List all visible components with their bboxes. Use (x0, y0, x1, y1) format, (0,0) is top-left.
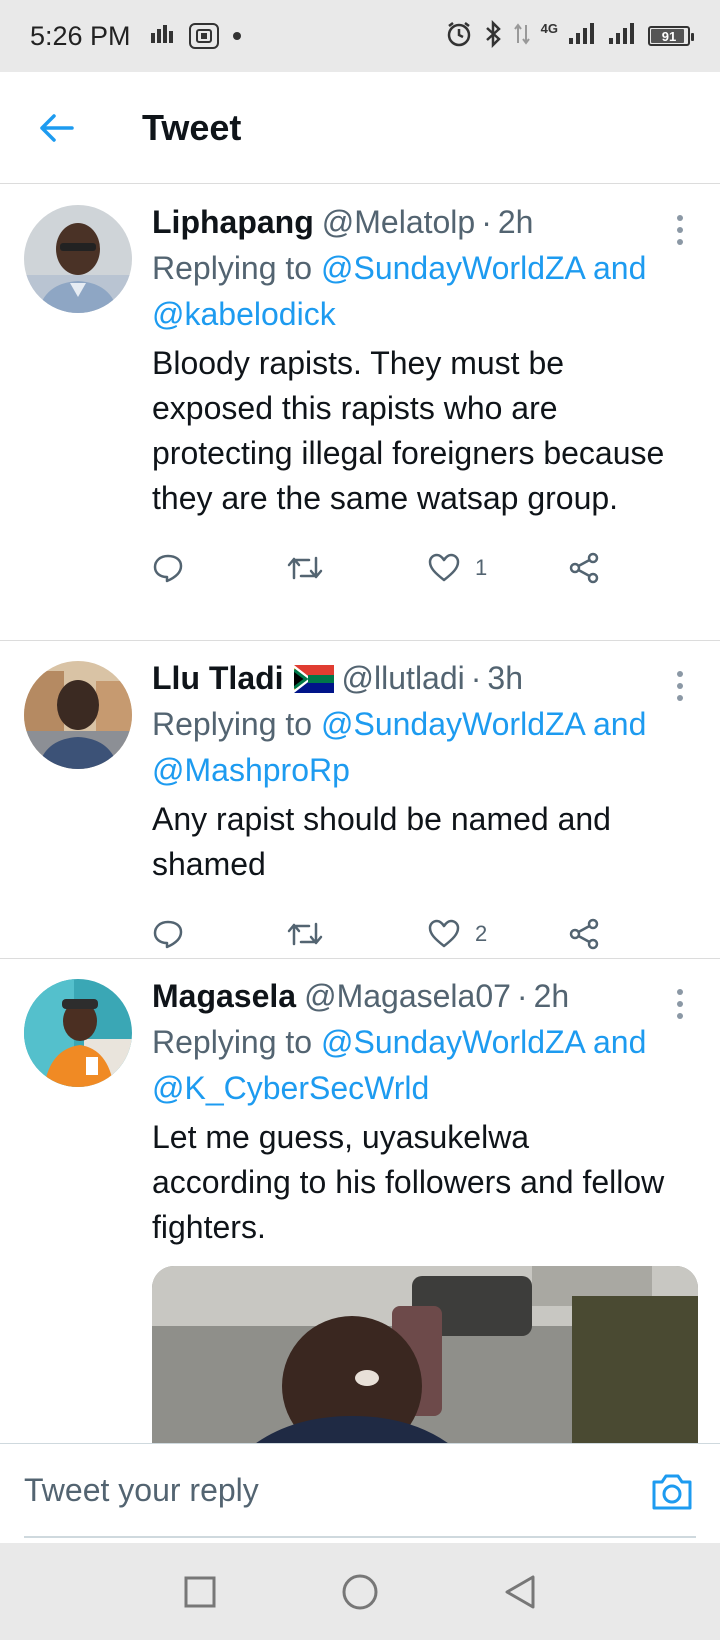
retweet-icon (287, 556, 323, 580)
author-handle[interactable]: @Melatolp (322, 199, 475, 245)
camera-button[interactable] (650, 1472, 694, 1512)
tweet-time: 2h (497, 204, 534, 240)
header-separator: · (470, 660, 482, 696)
author-handle[interactable]: @Magasela07 (304, 973, 511, 1019)
top-app-bar: Tweet (0, 72, 720, 184)
mention-link[interactable]: @MashproRp (152, 752, 350, 788)
arrow-left-icon (40, 113, 74, 142)
tweet-actions: 1 (152, 523, 672, 613)
tweet-body: Llu Tladi @llutladi · 3h Replying to @Su… (152, 655, 696, 979)
status-bar: 5:26 PM 4G 91 (0, 0, 720, 72)
reply-icon (153, 920, 183, 949)
avatar[interactable] (24, 661, 132, 769)
and-label[interactable]: and (593, 250, 646, 286)
mention-link[interactable]: @SundayWorldZA (321, 250, 584, 286)
status-right-icons: 4G 91 (445, 19, 694, 53)
status-left-icons (149, 23, 241, 50)
tweet-item[interactable]: Liphapang @Melatolp · 2h Replying to @Su… (0, 185, 720, 641)
tweet-body: Magasela @Magasela07 · 2h Replying to @S… (152, 973, 698, 1443)
south-africa-flag-icon (292, 659, 334, 693)
replying-prefix: Replying to (152, 706, 313, 742)
header-separator: · (516, 978, 528, 1014)
share-icon (569, 552, 599, 584)
battery-icon: 91 (648, 26, 694, 46)
retweet-button[interactable] (287, 920, 427, 948)
back-button[interactable] (26, 98, 86, 158)
reply-composer (0, 1443, 720, 1543)
author-name[interactable]: Liphapang (152, 199, 314, 245)
reply-icon (153, 554, 183, 583)
reply-timeline[interactable]: Liphapang @Melatolp · 2h Replying to @Su… (0, 185, 720, 1443)
tweet-header: Llu Tladi @llutladi · 3h (152, 655, 672, 701)
tweet-text: Any rapist should be named and shamed (152, 801, 611, 882)
tweet-options-button[interactable] (670, 671, 690, 701)
tweet-header: Magasela @Magasela07 · 2h (152, 973, 672, 1019)
bluetooth-icon (483, 19, 503, 53)
mention-link[interactable]: @SundayWorldZA (321, 706, 584, 742)
network-type-label: 4G (540, 20, 558, 36)
system-navigation-bar (0, 1543, 720, 1640)
share-button[interactable] (567, 918, 601, 950)
mention-link[interactable]: @K_CyberSecWrld (152, 1070, 429, 1106)
heart-icon (428, 553, 460, 582)
tweet-time: 2h (533, 978, 570, 1014)
sim-icon (149, 23, 175, 50)
like-button[interactable]: 2 (427, 919, 567, 949)
reply-button[interactable] (152, 919, 287, 949)
replying-to: Replying to @SundayWorldZA and @K_CyberS… (152, 1019, 672, 1111)
share-button[interactable] (567, 552, 601, 584)
tweet-item[interactable]: Llu Tladi @llutladi · 3h Replying to @Su… (0, 641, 720, 959)
tweet-options-button[interactable] (670, 215, 690, 245)
reply-input[interactable] (24, 1444, 696, 1538)
camera-icon (652, 1474, 692, 1510)
screen-record-icon (188, 23, 219, 49)
share-icon (569, 918, 599, 950)
like-count: 1 (475, 555, 488, 580)
mention-link[interactable]: @SundayWorldZA (321, 1024, 584, 1060)
replying-to: Replying to @SundayWorldZA and @MashproR… (152, 701, 672, 793)
status-time: 5:26 PM (30, 20, 131, 51)
header-separator: · (481, 204, 492, 240)
like-count: 2 (475, 921, 488, 946)
page-title: Tweet (142, 106, 242, 148)
avatar[interactable] (24, 979, 132, 1087)
author-name[interactable]: Llu Tladi (152, 655, 284, 701)
home-button[interactable] (338, 1570, 382, 1614)
replying-prefix: Replying to (152, 250, 313, 286)
and-label[interactable]: and (593, 1024, 646, 1060)
retweet-icon (287, 922, 323, 946)
alarm-icon (445, 20, 473, 53)
signal-icon (568, 22, 598, 51)
system-back-button[interactable] (498, 1570, 542, 1614)
tweet-text: Let me guess, uyasukelwa according to hi… (152, 1119, 665, 1245)
tweet-options-button[interactable] (670, 989, 690, 1019)
back-triangle-icon (505, 1575, 535, 1608)
signal-icon (608, 22, 638, 51)
tweet-media-image[interactable] (152, 1266, 698, 1443)
mention-link[interactable]: @kabelodick (152, 296, 336, 332)
dot-icon (232, 32, 241, 40)
like-button[interactable]: 1 (427, 553, 567, 583)
recents-square-icon (184, 1576, 216, 1607)
data-arrows-icon (513, 21, 531, 52)
tweet-body: Liphapang @Melatolp · 2h Replying to @Su… (152, 199, 696, 613)
reply-button[interactable] (152, 553, 287, 583)
replying-prefix: Replying to (152, 1024, 313, 1060)
tweet-text: Bloody rapists. They must be exposed thi… (152, 345, 665, 516)
avatar[interactable] (24, 205, 132, 313)
tweet-header: Liphapang @Melatolp · 2h (152, 199, 672, 245)
tweet-time: 3h (487, 660, 523, 696)
battery-level: 91 (661, 28, 677, 44)
replying-to: Replying to @SundayWorldZA and @kabelodi… (152, 245, 672, 337)
tweet-item[interactable]: Magasela @Magasela07 · 2h Replying to @S… (0, 959, 720, 1443)
author-name[interactable]: Magasela (152, 973, 296, 1019)
and-label[interactable]: and (593, 706, 646, 742)
retweet-button[interactable] (287, 554, 427, 582)
author-handle[interactable]: @llutladi (342, 655, 465, 701)
recents-button[interactable] (178, 1570, 222, 1614)
home-circle-icon (342, 1574, 378, 1609)
heart-icon (428, 919, 460, 948)
